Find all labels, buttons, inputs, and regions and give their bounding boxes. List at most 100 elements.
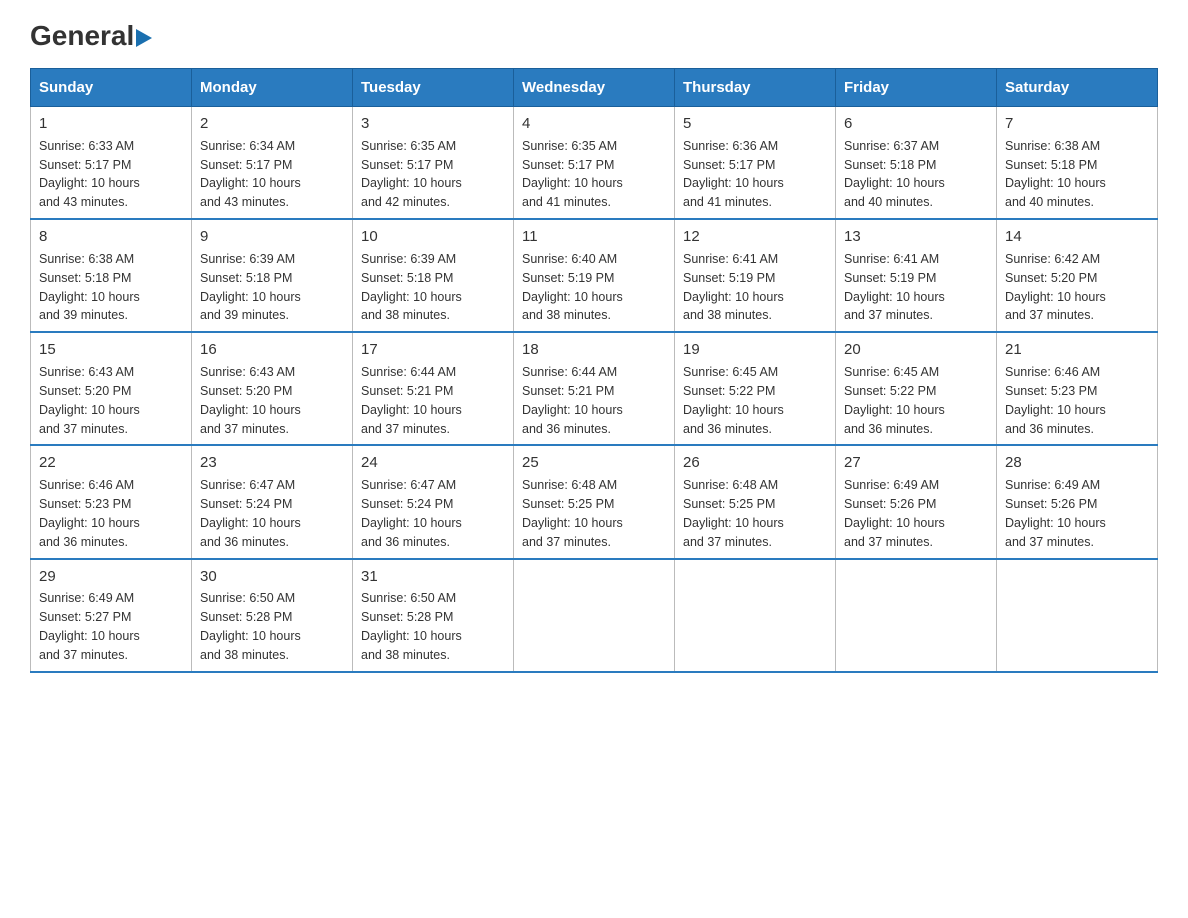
day-number: 19 — [683, 339, 827, 361]
calendar-cell: 10 Sunrise: 6:39 AMSunset: 5:18 PMDaylig… — [353, 219, 514, 332]
calendar-cell: 31 Sunrise: 6:50 AMSunset: 5:28 PMDaylig… — [353, 559, 514, 672]
day-number: 20 — [844, 339, 988, 361]
day-number: 9 — [200, 226, 344, 248]
calendar-cell: 18 Sunrise: 6:44 AMSunset: 5:21 PMDaylig… — [514, 332, 675, 445]
calendar-cell: 21 Sunrise: 6:46 AMSunset: 5:23 PMDaylig… — [997, 332, 1158, 445]
day-number: 27 — [844, 452, 988, 474]
day-number: 21 — [1005, 339, 1149, 361]
day-number: 10 — [361, 226, 505, 248]
day-number: 4 — [522, 113, 666, 135]
calendar-cell — [514, 559, 675, 672]
day-info: Sunrise: 6:50 AMSunset: 5:28 PMDaylight:… — [361, 591, 462, 662]
day-number: 5 — [683, 113, 827, 135]
calendar-cell: 27 Sunrise: 6:49 AMSunset: 5:26 PMDaylig… — [836, 445, 997, 558]
calendar-cell — [675, 559, 836, 672]
calendar-cell: 26 Sunrise: 6:48 AMSunset: 5:25 PMDaylig… — [675, 445, 836, 558]
day-info: Sunrise: 6:45 AMSunset: 5:22 PMDaylight:… — [683, 365, 784, 436]
day-number: 3 — [361, 113, 505, 135]
day-info: Sunrise: 6:39 AMSunset: 5:18 PMDaylight:… — [200, 252, 301, 323]
day-number: 29 — [39, 566, 183, 588]
day-number: 2 — [200, 113, 344, 135]
day-number: 15 — [39, 339, 183, 361]
logo: General — [30, 20, 152, 48]
day-info: Sunrise: 6:42 AMSunset: 5:20 PMDaylight:… — [1005, 252, 1106, 323]
day-number: 26 — [683, 452, 827, 474]
day-number: 7 — [1005, 113, 1149, 135]
day-number: 6 — [844, 113, 988, 135]
calendar-week-1: 1 Sunrise: 6:33 AMSunset: 5:17 PMDayligh… — [31, 107, 1158, 220]
day-number: 14 — [1005, 226, 1149, 248]
calendar-cell: 23 Sunrise: 6:47 AMSunset: 5:24 PMDaylig… — [192, 445, 353, 558]
logo-general-text: General — [30, 20, 134, 52]
calendar-cell: 19 Sunrise: 6:45 AMSunset: 5:22 PMDaylig… — [675, 332, 836, 445]
day-info: Sunrise: 6:48 AMSunset: 5:25 PMDaylight:… — [522, 478, 623, 549]
day-info: Sunrise: 6:46 AMSunset: 5:23 PMDaylight:… — [1005, 365, 1106, 436]
day-info: Sunrise: 6:50 AMSunset: 5:28 PMDaylight:… — [200, 591, 301, 662]
day-number: 8 — [39, 226, 183, 248]
calendar-cell: 17 Sunrise: 6:44 AMSunset: 5:21 PMDaylig… — [353, 332, 514, 445]
calendar-cell: 14 Sunrise: 6:42 AMSunset: 5:20 PMDaylig… — [997, 219, 1158, 332]
calendar-cell: 7 Sunrise: 6:38 AMSunset: 5:18 PMDayligh… — [997, 107, 1158, 220]
calendar-cell: 16 Sunrise: 6:43 AMSunset: 5:20 PMDaylig… — [192, 332, 353, 445]
day-number: 28 — [1005, 452, 1149, 474]
calendar-cell: 13 Sunrise: 6:41 AMSunset: 5:19 PMDaylig… — [836, 219, 997, 332]
day-number: 1 — [39, 113, 183, 135]
calendar-cell: 11 Sunrise: 6:40 AMSunset: 5:19 PMDaylig… — [514, 219, 675, 332]
calendar-cell: 8 Sunrise: 6:38 AMSunset: 5:18 PMDayligh… — [31, 219, 192, 332]
day-info: Sunrise: 6:34 AMSunset: 5:17 PMDaylight:… — [200, 139, 301, 210]
calendar-cell: 20 Sunrise: 6:45 AMSunset: 5:22 PMDaylig… — [836, 332, 997, 445]
day-number: 16 — [200, 339, 344, 361]
day-number: 22 — [39, 452, 183, 474]
day-info: Sunrise: 6:49 AMSunset: 5:26 PMDaylight:… — [844, 478, 945, 549]
day-info: Sunrise: 6:41 AMSunset: 5:19 PMDaylight:… — [683, 252, 784, 323]
calendar-cell: 29 Sunrise: 6:49 AMSunset: 5:27 PMDaylig… — [31, 559, 192, 672]
day-info: Sunrise: 6:47 AMSunset: 5:24 PMDaylight:… — [361, 478, 462, 549]
calendar-cell: 9 Sunrise: 6:39 AMSunset: 5:18 PMDayligh… — [192, 219, 353, 332]
day-info: Sunrise: 6:47 AMSunset: 5:24 PMDaylight:… — [200, 478, 301, 549]
day-info: Sunrise: 6:44 AMSunset: 5:21 PMDaylight:… — [522, 365, 623, 436]
day-number: 30 — [200, 566, 344, 588]
calendar-cell: 15 Sunrise: 6:43 AMSunset: 5:20 PMDaylig… — [31, 332, 192, 445]
weekday-header-sunday: Sunday — [31, 69, 192, 107]
day-info: Sunrise: 6:39 AMSunset: 5:18 PMDaylight:… — [361, 252, 462, 323]
calendar-week-5: 29 Sunrise: 6:49 AMSunset: 5:27 PMDaylig… — [31, 559, 1158, 672]
calendar-week-3: 15 Sunrise: 6:43 AMSunset: 5:20 PMDaylig… — [31, 332, 1158, 445]
calendar-cell: 25 Sunrise: 6:48 AMSunset: 5:25 PMDaylig… — [514, 445, 675, 558]
calendar-cell: 2 Sunrise: 6:34 AMSunset: 5:17 PMDayligh… — [192, 107, 353, 220]
weekday-header-row: SundayMondayTuesdayWednesdayThursdayFrid… — [31, 69, 1158, 107]
day-info: Sunrise: 6:43 AMSunset: 5:20 PMDaylight:… — [39, 365, 140, 436]
day-number: 23 — [200, 452, 344, 474]
calendar-cell: 6 Sunrise: 6:37 AMSunset: 5:18 PMDayligh… — [836, 107, 997, 220]
day-number: 31 — [361, 566, 505, 588]
day-info: Sunrise: 6:37 AMSunset: 5:18 PMDaylight:… — [844, 139, 945, 210]
calendar-cell: 4 Sunrise: 6:35 AMSunset: 5:17 PMDayligh… — [514, 107, 675, 220]
weekday-header-tuesday: Tuesday — [353, 69, 514, 107]
calendar-cell: 5 Sunrise: 6:36 AMSunset: 5:17 PMDayligh… — [675, 107, 836, 220]
calendar-table: SundayMondayTuesdayWednesdayThursdayFrid… — [30, 68, 1158, 673]
day-number: 12 — [683, 226, 827, 248]
day-info: Sunrise: 6:44 AMSunset: 5:21 PMDaylight:… — [361, 365, 462, 436]
day-info: Sunrise: 6:35 AMSunset: 5:17 PMDaylight:… — [361, 139, 462, 210]
calendar-cell: 30 Sunrise: 6:50 AMSunset: 5:28 PMDaylig… — [192, 559, 353, 672]
day-info: Sunrise: 6:35 AMSunset: 5:17 PMDaylight:… — [522, 139, 623, 210]
day-info: Sunrise: 6:49 AMSunset: 5:27 PMDaylight:… — [39, 591, 140, 662]
day-info: Sunrise: 6:38 AMSunset: 5:18 PMDaylight:… — [1005, 139, 1106, 210]
calendar-week-2: 8 Sunrise: 6:38 AMSunset: 5:18 PMDayligh… — [31, 219, 1158, 332]
day-info: Sunrise: 6:38 AMSunset: 5:18 PMDaylight:… — [39, 252, 140, 323]
day-info: Sunrise: 6:45 AMSunset: 5:22 PMDaylight:… — [844, 365, 945, 436]
day-info: Sunrise: 6:36 AMSunset: 5:17 PMDaylight:… — [683, 139, 784, 210]
day-number: 13 — [844, 226, 988, 248]
calendar-cell: 3 Sunrise: 6:35 AMSunset: 5:17 PMDayligh… — [353, 107, 514, 220]
calendar-cell: 22 Sunrise: 6:46 AMSunset: 5:23 PMDaylig… — [31, 445, 192, 558]
day-info: Sunrise: 6:40 AMSunset: 5:19 PMDaylight:… — [522, 252, 623, 323]
calendar-cell: 1 Sunrise: 6:33 AMSunset: 5:17 PMDayligh… — [31, 107, 192, 220]
calendar-cell: 28 Sunrise: 6:49 AMSunset: 5:26 PMDaylig… — [997, 445, 1158, 558]
calendar-cell — [836, 559, 997, 672]
calendar-week-4: 22 Sunrise: 6:46 AMSunset: 5:23 PMDaylig… — [31, 445, 1158, 558]
day-number: 24 — [361, 452, 505, 474]
day-info: Sunrise: 6:49 AMSunset: 5:26 PMDaylight:… — [1005, 478, 1106, 549]
day-number: 25 — [522, 452, 666, 474]
day-number: 17 — [361, 339, 505, 361]
calendar-cell — [997, 559, 1158, 672]
day-number: 11 — [522, 226, 666, 248]
